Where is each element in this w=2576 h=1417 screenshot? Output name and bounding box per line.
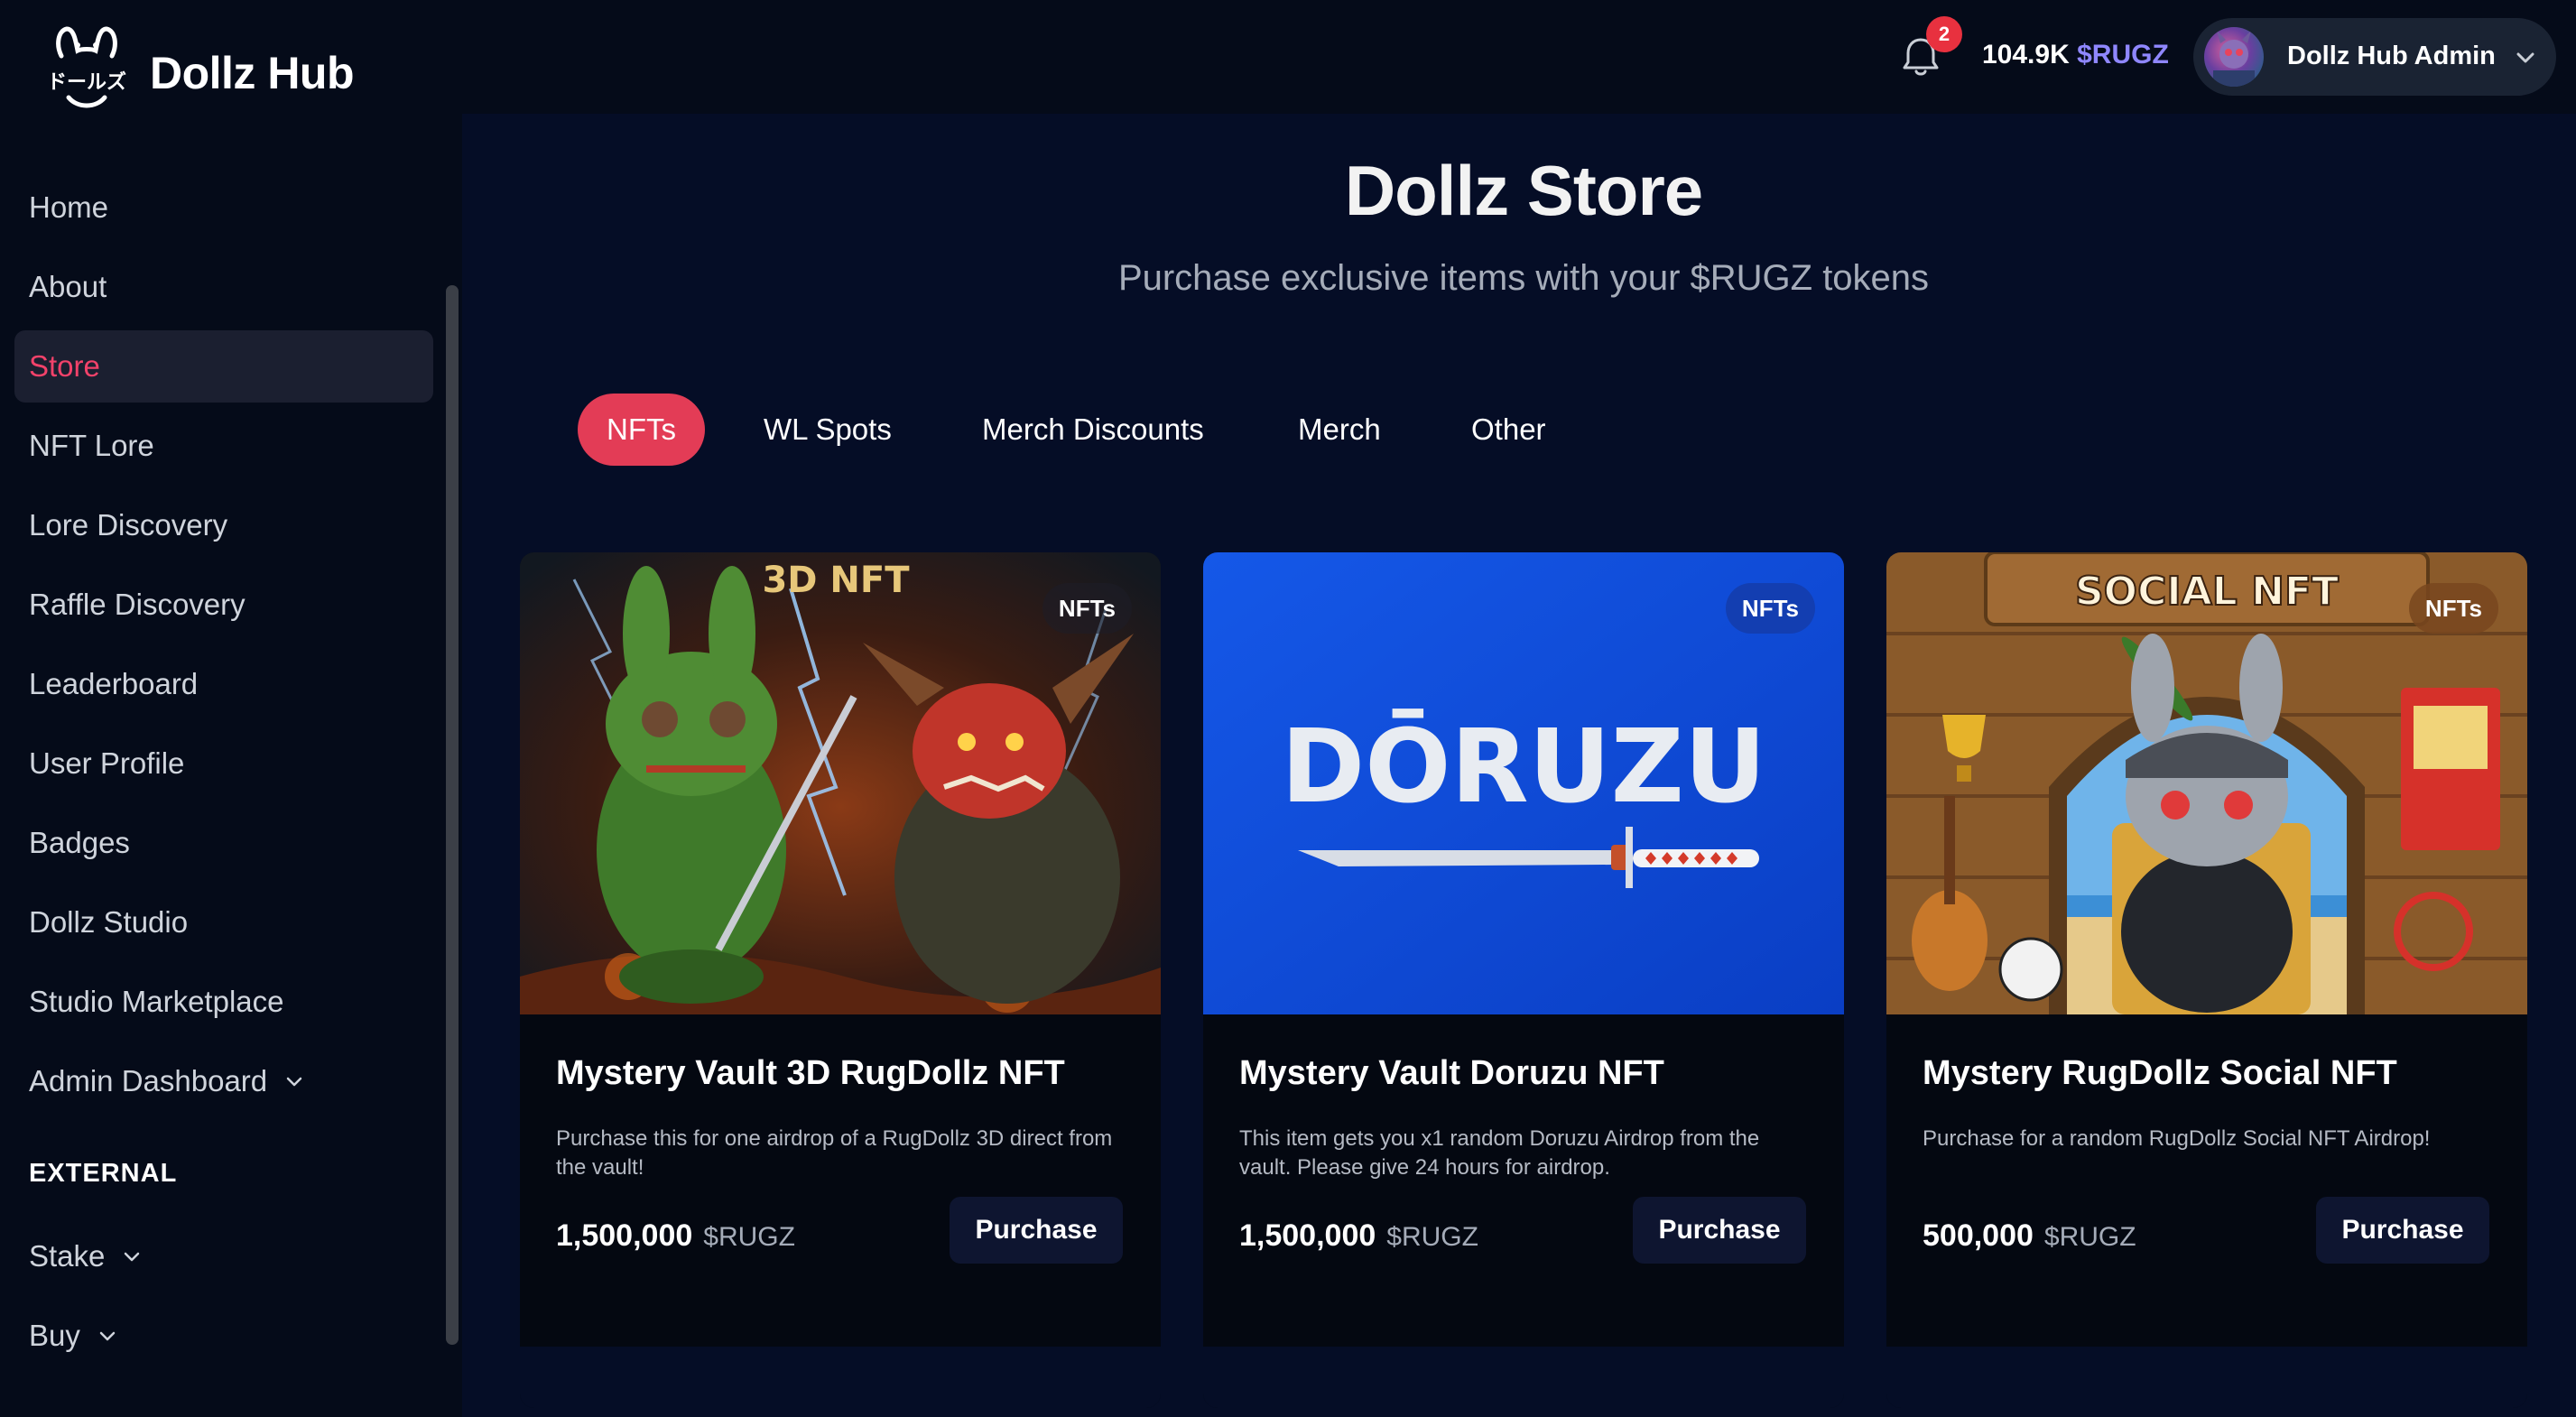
product-title: Mystery Vault Doruzu NFT — [1239, 1054, 1664, 1092]
sidebar-item-label: About — [29, 270, 107, 303]
price-unit: $RUGZ — [703, 1222, 795, 1252]
card-image-text: DŌRUZU — [1281, 708, 1766, 826]
page-subtitle: Purchase exclusive items with your $RUGZ… — [1117, 258, 1930, 298]
product-card[interactable]: SOCIAL NFT NFTs Mystery RugDollz Social … — [1886, 552, 2527, 1408]
sidebar-item-label: Studio Marketplace — [29, 985, 284, 1018]
card-footer-divider — [1886, 1347, 2527, 1408]
brand-name[interactable]: Dollz Hub — [150, 47, 355, 99]
product-description: Purchase for a random RugDollz Social NF… — [1923, 1126, 2431, 1151]
product-description: Purchase this for one airdrop of a RugDo… — [556, 1126, 1113, 1180]
sidebar-item-label: Stake — [29, 1239, 106, 1273]
avatar — [2204, 27, 2264, 87]
sidebar-item-label: NFT Lore — [29, 429, 154, 462]
tab-other[interactable]: Other — [1471, 394, 1546, 466]
sidebar-item-raffle-discovery[interactable]: Raffle Discovery — [14, 569, 433, 641]
sidebar-item-store[interactable]: Store — [14, 330, 433, 403]
sidebar-item-label: Buy — [29, 1319, 80, 1352]
page-title: Dollz Store — [1344, 151, 1703, 230]
price-value: 500,000 — [1923, 1218, 2034, 1253]
sidebar-item-admin-dashboard[interactable]: Admin Dashboard — [14, 1045, 433, 1117]
sidebar-item-nft-lore[interactable]: NFT Lore — [14, 410, 433, 482]
token-balance: 104.9K $RUGZ — [1982, 40, 2169, 70]
product-title: Mystery Vault 3D RugDollz NFT — [556, 1054, 1065, 1092]
user-menu-button[interactable]: Dollz Hub Admin — [2193, 18, 2556, 96]
sidebar-item-label: Badges — [29, 826, 130, 859]
sidebar-item-leaderboard[interactable]: Leaderboard — [14, 648, 433, 720]
product-price: 1,500,000 $RUGZ — [556, 1218, 795, 1254]
sidebar-item-studio-marketplace[interactable]: Studio Marketplace — [14, 966, 433, 1038]
svg-text:ドールズ: ドールズ — [47, 70, 126, 94]
sidebar-item-lore-discovery[interactable]: Lore Discovery — [14, 489, 433, 561]
product-card[interactable]: DŌRUZU NFTs Mystery Vault Doruzu NFT Thi… — [1203, 552, 1844, 1408]
tab-nfts[interactable]: NFTs — [578, 394, 705, 466]
sidebar-item-badges[interactable]: Badges — [14, 807, 433, 879]
user-name: Dollz Hub Admin — [2287, 42, 2496, 70]
category-badge: NFTs — [1725, 583, 1815, 634]
main-content: Dollz Store Purchase exclusive items wit… — [462, 114, 2576, 1417]
sidebar: Home About Store NFT Lore Lore Discovery… — [0, 114, 462, 1417]
sidebar-item-label: Home — [29, 190, 109, 224]
sidebar-item-label: Store — [29, 349, 100, 383]
balance-amount: 104.9K — [1982, 40, 2070, 69]
top-bar: ドールズ Dollz Hub 2 104.9K $RUGZ Dollz Hub … — [0, 0, 2576, 114]
avatar-image — [2213, 31, 2255, 87]
sidebar-item-label: Lore Discovery — [29, 508, 228, 542]
sidebar-item-label: Dollz Studio — [29, 905, 189, 939]
sidebar-item-user-profile[interactable]: User Profile — [14, 727, 433, 800]
sidebar-item-stake[interactable]: Stake — [14, 1220, 433, 1292]
product-price: 500,000 $RUGZ — [1923, 1218, 2136, 1254]
tab-merch[interactable]: Merch — [1298, 394, 1381, 466]
card-image-text: 3D NFT — [762, 560, 910, 601]
product-description: This item gets you x1 random Doruzu Aird… — [1239, 1126, 1760, 1180]
dollz-logo-icon[interactable]: ドールズ — [43, 25, 130, 112]
sidebar-item-label: User Profile — [29, 746, 185, 780]
category-badge: NFTs — [2408, 583, 2498, 634]
sidebar-item-home[interactable]: Home — [14, 171, 433, 244]
product-card[interactable]: 3D NFT NFTs Mystery Vault 3D RugDollz NF… — [520, 552, 1161, 1408]
sidebar-item-label: Admin Dashboard — [29, 1064, 268, 1097]
sidebar-scrollbar[interactable] — [446, 285, 459, 1345]
sidebar-section-external: EXTERNAL — [29, 1159, 178, 1188]
purchase-button[interactable]: Purchase — [1633, 1197, 1806, 1264]
chevron-down-icon — [286, 1077, 302, 1087]
price-value: 1,500,000 — [556, 1218, 693, 1253]
sidebar-item-buy[interactable]: Buy — [14, 1300, 433, 1372]
notification-count-badge: 2 — [1926, 16, 1962, 52]
tab-merch-discounts[interactable]: Merch Discounts — [982, 394, 1204, 466]
balance-token: $RUGZ — [2077, 40, 2169, 69]
sidebar-item-about[interactable]: About — [14, 251, 433, 323]
price-unit: $RUGZ — [2043, 1222, 2136, 1252]
sidebar-item-dollz-studio[interactable]: Dollz Studio — [14, 886, 433, 959]
sidebar-item-label: Leaderboard — [29, 667, 199, 700]
chevron-down-icon — [99, 1331, 116, 1341]
card-footer-divider — [520, 1347, 1161, 1408]
chevron-down-icon — [2516, 52, 2534, 63]
purchase-button[interactable]: Purchase — [2316, 1197, 2489, 1264]
tab-wl-spots[interactable]: WL Spots — [764, 394, 892, 466]
chevron-down-icon — [125, 1252, 140, 1262]
sidebar-item-label: Raffle Discovery — [29, 588, 246, 621]
product-title: Mystery RugDollz Social NFT — [1923, 1054, 2397, 1092]
category-badge: NFTs — [1042, 583, 1132, 634]
price-unit: $RUGZ — [1386, 1222, 1478, 1252]
card-image-text: SOCIAL NFT — [2075, 569, 2339, 615]
purchase-button[interactable]: Purchase — [950, 1197, 1123, 1264]
card-footer-divider — [1203, 1347, 1844, 1408]
price-value: 1,500,000 — [1239, 1218, 1376, 1253]
product-price: 1,500,000 $RUGZ — [1239, 1218, 1478, 1254]
